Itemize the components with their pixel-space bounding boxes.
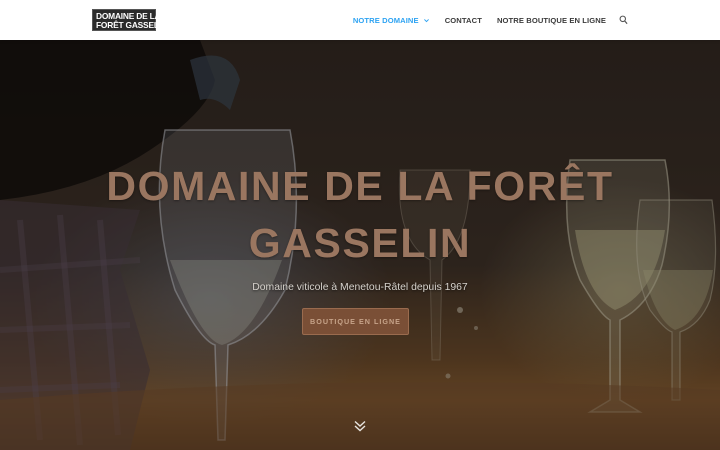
hero-subtitle: Domaine viticole à Menetou-Râtel depuis … bbox=[252, 282, 468, 293]
hero-title: DOMAINE DE LA FORÊT GASSELIN bbox=[0, 158, 720, 272]
hero-title-line-1: DOMAINE DE LA FORÊT bbox=[106, 163, 614, 209]
hero-title-line-2: GASSELIN bbox=[248, 220, 472, 266]
double-chevron-down-icon[interactable] bbox=[353, 419, 367, 433]
chevron-down-icon bbox=[423, 18, 429, 22]
main-nav: NOTRE DOMAINE CONTACT NOTRE BOUTIQUE EN … bbox=[353, 0, 628, 40]
nav-item-label: NOTRE BOUTIQUE EN LIGNE bbox=[496, 15, 606, 25]
site-logo[interactable]: DOMAINE DE LA FORÊT GASSELIN bbox=[92, 9, 167, 31]
logo-line-2: FORÊT GASSELIN bbox=[96, 20, 167, 30]
nav-item-notre-domaine[interactable]: NOTRE DOMAINE bbox=[353, 16, 430, 25]
nav-item-label: NOTRE DOMAINE bbox=[352, 15, 419, 25]
search-icon[interactable] bbox=[619, 15, 628, 25]
hero-section: DOMAINE DE LA FORÊT GASSELIN Domaine vit… bbox=[0, 40, 720, 450]
nav-item-contact[interactable]: CONTACT bbox=[445, 16, 482, 25]
site-header: DOMAINE DE LA FORÊT GASSELIN NOTRE DOMAI… bbox=[0, 0, 720, 40]
nav-item-boutique[interactable]: NOTRE BOUTIQUE EN LIGNE bbox=[497, 16, 606, 25]
nav-item-label: CONTACT bbox=[444, 15, 482, 25]
boutique-en-ligne-button[interactable]: BOUTIQUE EN LIGNE bbox=[302, 308, 409, 335]
